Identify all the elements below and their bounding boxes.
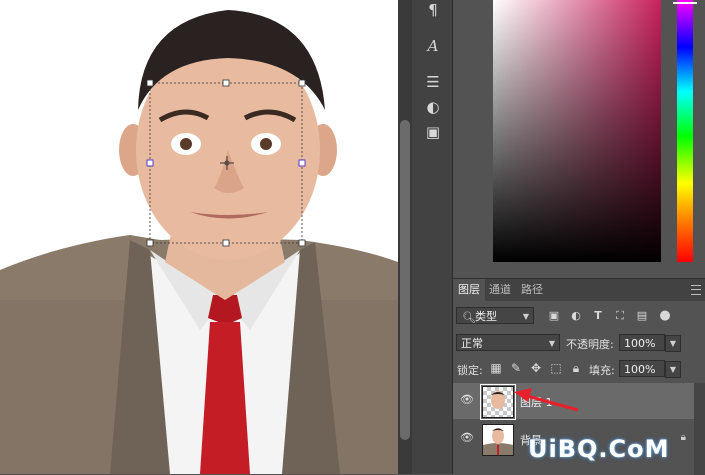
opacity-label: 不透明度:: [566, 338, 614, 351]
fill-dropdown-icon[interactable]: ▼: [665, 361, 681, 378]
hue-marker[interactable]: [673, 2, 697, 4]
layer-thumbnail: [482, 424, 514, 456]
hue-slider[interactable]: [677, 0, 693, 262]
tab-paths[interactable]: 路径: [521, 279, 543, 301]
lock-position-icon[interactable]: ✥: [529, 361, 543, 375]
document-canvas[interactable]: [0, 0, 398, 474]
lock-all-icon[interactable]: 🔒︎: [569, 361, 583, 375]
blend-mode-select[interactable]: 正常 ▼: [456, 334, 560, 351]
blend-mode-value: 正常: [461, 337, 483, 350]
search-icon: 🔍︎: [462, 311, 476, 324]
canvas-scrollbar[interactable]: [398, 0, 412, 474]
libraries-icon[interactable]: ▣: [422, 122, 444, 142]
watermark-logo: UiBQ.CoM: [528, 435, 670, 463]
lock-icon: 🔒︎: [680, 432, 686, 443]
character-icon[interactable]: A: [422, 36, 444, 56]
styles-icon[interactable]: ◐: [422, 97, 444, 117]
pixel-filter-icon[interactable]: ▣: [547, 309, 561, 322]
layers-scrollbar[interactable]: [694, 383, 705, 475]
filter-value: 类型: [475, 310, 497, 323]
chevron-down-icon: ▼: [548, 339, 555, 348]
fill-field[interactable]: 100%: [619, 360, 665, 377]
lock-label: 锁定:: [457, 364, 483, 377]
tab-layers[interactable]: 图层: [453, 279, 485, 301]
visibility-eye-icon[interactable]: 👁︎: [460, 432, 474, 444]
shape-filter-icon[interactable]: ⛶: [613, 309, 627, 322]
adjustment-filter-icon[interactable]: ◐: [569, 309, 583, 322]
fill-label: 填充:: [589, 364, 615, 377]
visibility-eye-icon[interactable]: 👁︎: [460, 394, 474, 406]
layer-name[interactable]: 图层 1: [520, 394, 553, 410]
layers-tabbar: 图层 通道 路径: [453, 279, 705, 301]
paragraph-icon[interactable]: ¶: [422, 0, 444, 20]
color-saturation-field[interactable]: [493, 0, 661, 262]
layer-thumbnail: [480, 384, 516, 420]
canvas-scroll-thumb[interactable]: [400, 120, 410, 440]
type-filter-icon[interactable]: T: [591, 309, 605, 322]
filter-toggle-icon[interactable]: ●: [658, 309, 672, 322]
layer-filter-select[interactable]: 🔍︎ 类型 ▼: [456, 307, 534, 324]
tab-channels[interactable]: 通道: [489, 279, 511, 301]
photo-image: [0, 10, 398, 474]
lock-artboard-icon[interactable]: ⬚: [549, 361, 563, 375]
panel-icon-column: ¶ A ☰ ◐ ▣: [412, 0, 453, 474]
smart-object-filter-icon[interactable]: ▤: [635, 309, 649, 322]
color-panel: [453, 0, 705, 278]
opacity-dropdown-icon[interactable]: ▼: [665, 335, 681, 352]
adjustments-icon[interactable]: ☰: [422, 72, 444, 92]
lock-pixels-icon[interactable]: ✎: [509, 361, 523, 375]
panel-menu-icon[interactable]: [691, 285, 701, 295]
chevron-down-icon: ▼: [522, 312, 529, 321]
lock-transparency-icon[interactable]: ▦: [489, 361, 503, 375]
layer-row-layer1[interactable]: 👁︎ 图层 1: [453, 383, 694, 420]
opacity-field[interactable]: 100%: [619, 334, 665, 351]
